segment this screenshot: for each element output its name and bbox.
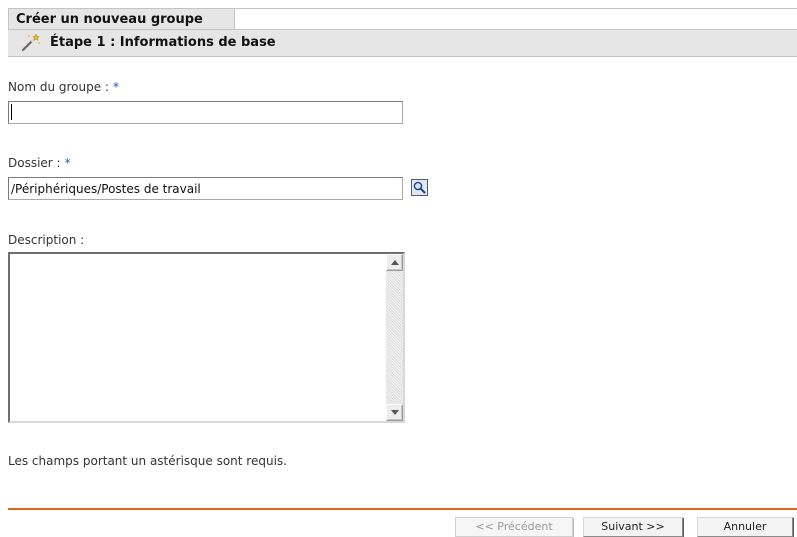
- step-header: Étape 1 : Informations de base: [8, 29, 797, 57]
- title-divider: [235, 8, 797, 9]
- required-marker: *: [64, 156, 71, 170]
- previous-button[interactable]: << Précédent: [455, 517, 573, 537]
- arrow-up-icon: [391, 260, 399, 265]
- description-field: [8, 252, 405, 423]
- folder-browse-button[interactable]: [411, 179, 428, 196]
- wizard-wand-icon: [19, 33, 41, 53]
- page-title-tab: Créer un nouveau groupe: [8, 8, 235, 29]
- folder-label-text: Dossier :: [8, 156, 61, 170]
- required-fields-note: Les champs portant un astérisque sont re…: [8, 454, 287, 468]
- group-name-input[interactable]: [8, 101, 403, 124]
- description-textarea[interactable]: [10, 254, 382, 421]
- scroll-down-button[interactable]: [386, 404, 403, 421]
- scroll-up-button[interactable]: [386, 254, 403, 271]
- next-button[interactable]: Suivant >>: [583, 517, 683, 537]
- page-title: Créer un nouveau groupe: [16, 12, 203, 27]
- step-title: Étape 1 : Informations de base: [50, 35, 276, 50]
- arrow-down-icon: [391, 410, 399, 415]
- required-marker: *: [112, 80, 119, 94]
- magnifier-icon: [413, 181, 426, 194]
- group-name-label-text: Nom du groupe :: [8, 80, 109, 94]
- folder-input[interactable]: [8, 177, 403, 200]
- text-cursor: [11, 104, 12, 120]
- footer-divider: [8, 508, 797, 510]
- description-label: Description :: [8, 233, 85, 247]
- group-name-label: Nom du groupe : *: [8, 80, 119, 94]
- description-scrollbar[interactable]: [386, 254, 403, 421]
- cancel-button[interactable]: Annuler: [697, 517, 793, 537]
- folder-label: Dossier : *: [8, 156, 71, 170]
